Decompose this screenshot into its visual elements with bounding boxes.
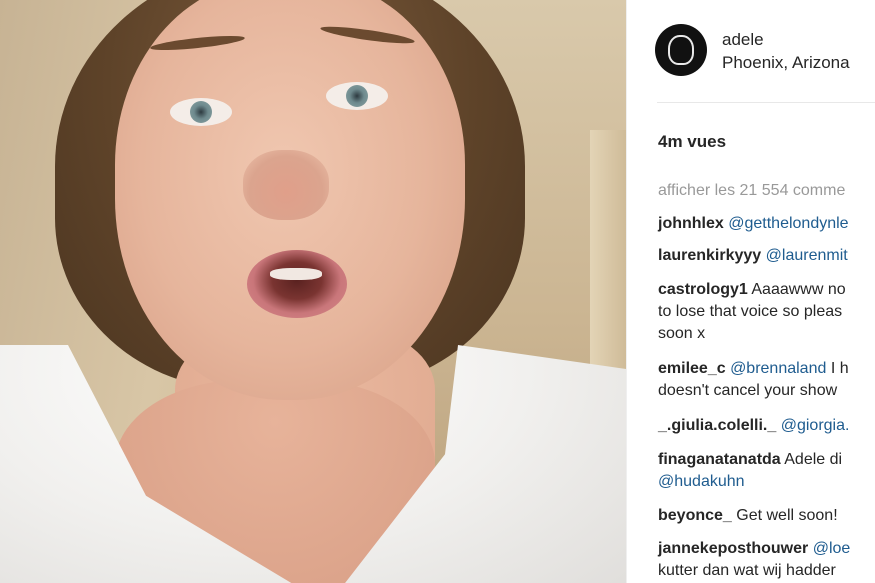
comment-mention[interactable]: @brennaland (730, 360, 826, 377)
comment-text: Adele di (784, 451, 843, 468)
comment-username[interactable]: finaganatanatda (658, 451, 781, 468)
left-eye (170, 98, 232, 126)
comment-text: Get well soon! (736, 507, 838, 524)
comment-item: _.giulia.colelli._ @giorgia. (658, 415, 875, 437)
comment-text: Aaaawww no (751, 281, 846, 298)
comment-item: castrology1 Aaaawww no to lose that voic… (658, 279, 875, 345)
comment-mention[interactable]: @loe (813, 540, 851, 557)
comment-text-line: to lose that voice so pleas (658, 303, 843, 320)
comment-mention[interactable]: @hudakuhn (658, 473, 745, 490)
comment-item: finaganatanatda Adele di @hudakuhn (658, 449, 875, 493)
header-divider (657, 102, 875, 103)
person-nose (243, 150, 329, 220)
comment-item: jannekeposthouwer @loe kutter dan wat wi… (658, 538, 875, 582)
avatar-silhouette-icon (668, 35, 694, 65)
profile-avatar[interactable] (655, 24, 707, 76)
comment-text-line: doesn't cancel your show (658, 382, 838, 399)
right-eye (326, 82, 388, 110)
comment-item: emilee_c @brennaland I h doesn't cancel … (658, 358, 875, 402)
comment-mention[interactable]: @getthelondynle (728, 215, 848, 232)
person-teeth (270, 268, 322, 280)
comment-text: I h (830, 360, 849, 377)
comment-username[interactable]: emilee_c (658, 360, 726, 377)
comment-username[interactable]: beyonce_ (658, 507, 732, 524)
comment-username[interactable]: laurenkirkyyy (658, 247, 761, 264)
comment-username[interactable]: johnhlex (658, 215, 724, 232)
post-video[interactable] (0, 0, 626, 583)
post-location[interactable]: Phoenix, Arizona (722, 53, 850, 73)
comment-username[interactable]: _.giulia.colelli._ (658, 417, 776, 434)
post-sidebar: adele Phoenix, Arizona 4m vues afficher … (626, 0, 875, 583)
comment-item: beyonce_ Get well soon! (658, 505, 875, 527)
view-count: 4m vues (658, 132, 727, 151)
comment-mention[interactable]: @laurenmit (766, 247, 848, 264)
person-mouth (247, 250, 347, 318)
comment-item: laurenkirkyyy @laurenmit (658, 245, 875, 267)
comment-text-line: soon x (658, 325, 706, 342)
comment-mention[interactable]: @giorgia. (781, 417, 850, 434)
load-more-comments-link[interactable]: afficher les 21 554 comme (658, 182, 845, 200)
comment-text-line: kutter dan wat wij hadder (658, 562, 836, 579)
comment-item: johnhlex @getthelondynle (658, 213, 875, 235)
post-username[interactable]: adele (722, 30, 764, 50)
comment-username[interactable]: jannekeposthouwer (658, 540, 808, 557)
comment-username[interactable]: castrology1 (658, 281, 748, 298)
